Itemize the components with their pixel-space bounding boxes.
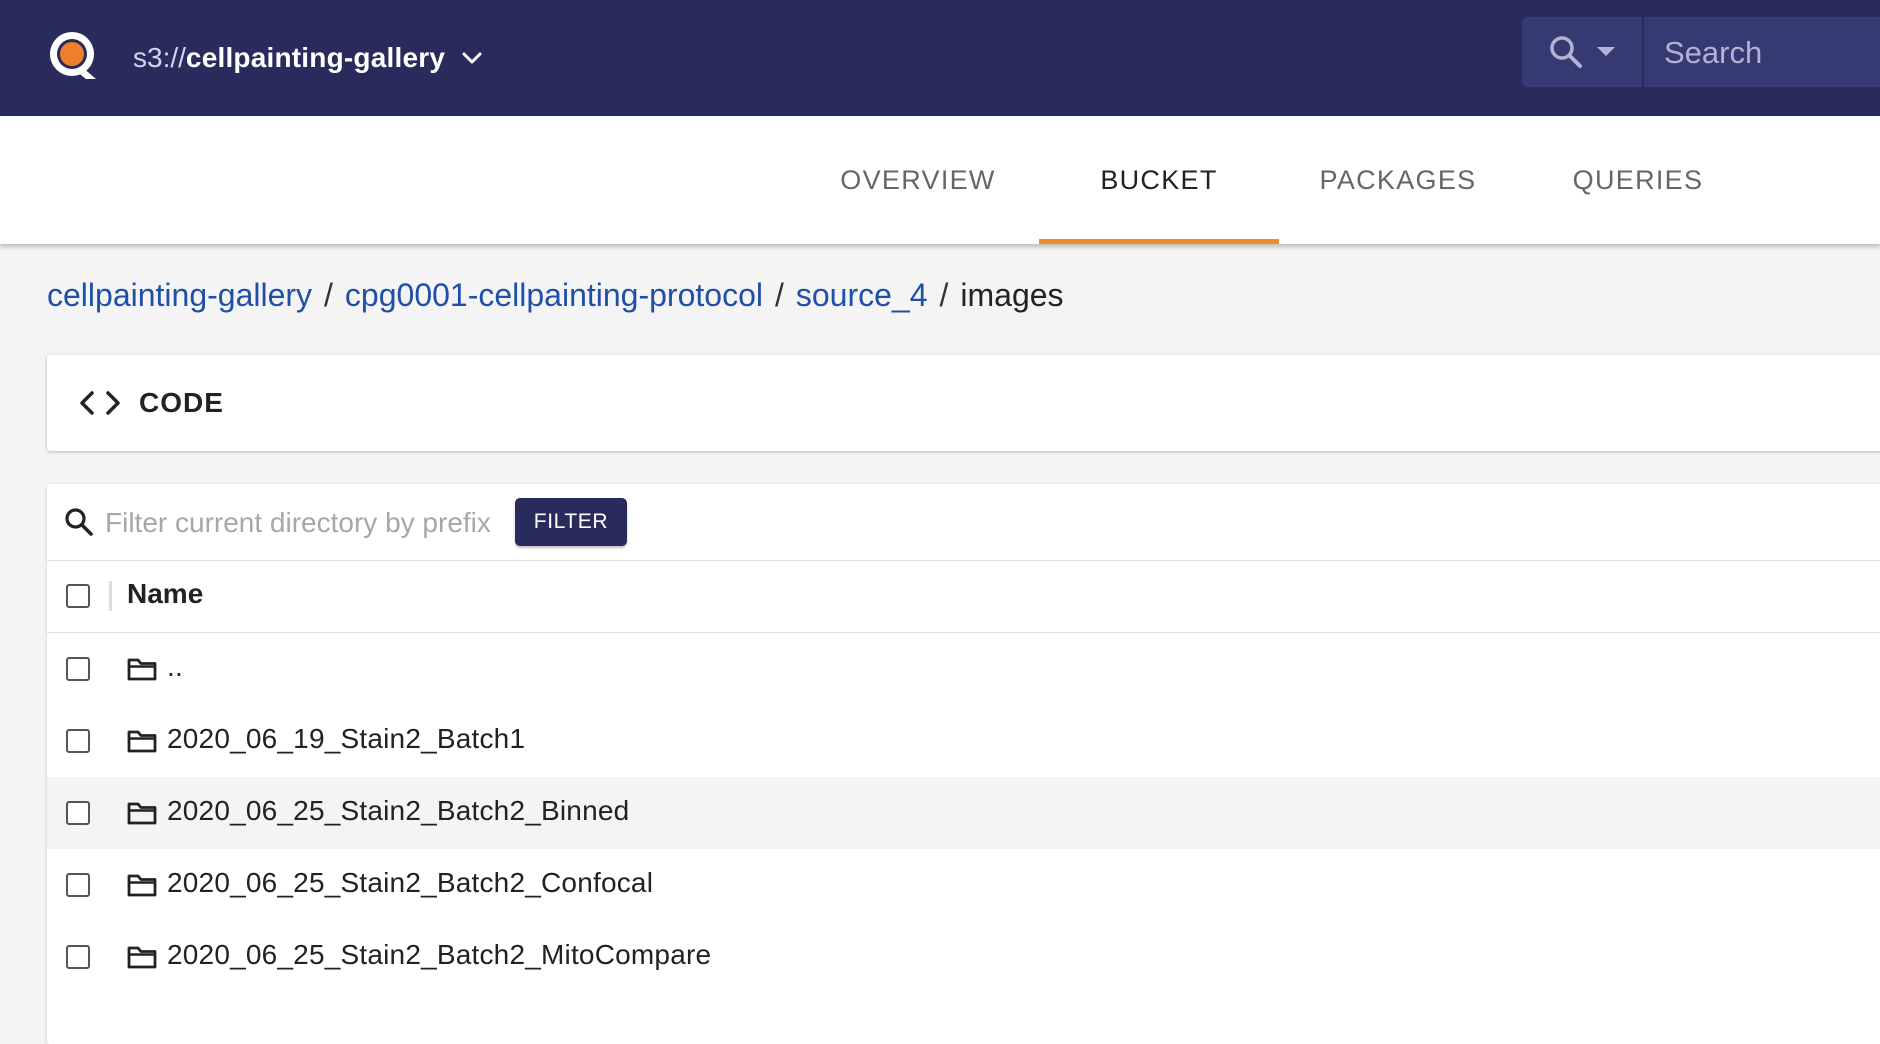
table-row[interactable]: 2020_06_25_Stain2_Batch2_Confocal xyxy=(47,849,1880,921)
tab-overview[interactable]: OVERVIEW xyxy=(798,116,1038,244)
filter-input[interactable] xyxy=(103,500,557,546)
table-header: Name xyxy=(47,561,1880,633)
folder-icon xyxy=(127,730,157,753)
search-icon xyxy=(1550,36,1582,68)
breadcrumb-separator: / xyxy=(324,277,333,313)
breadcrumb-separator: / xyxy=(939,277,949,313)
breadcrumb-link-bucket[interactable]: cellpainting-gallery xyxy=(47,277,312,314)
code-panel: CODE xyxy=(47,355,1880,451)
table-row[interactable]: .. xyxy=(47,633,1880,705)
select-all-checkbox[interactable] xyxy=(66,584,90,608)
row-name[interactable]: 2020_06_25_Stain2_Batch2_Binned xyxy=(167,795,629,827)
column-header-name[interactable]: Name xyxy=(127,578,203,610)
folder-icon xyxy=(127,658,157,681)
table-row[interactable]: 2020_06_25_Stain2_Batch2_MitoCompare xyxy=(47,921,1880,993)
row-checkbox[interactable] xyxy=(66,945,90,969)
folder-icon xyxy=(127,802,157,825)
bucket-name: cellpainting-gallery xyxy=(185,42,446,73)
row-checkbox[interactable] xyxy=(66,657,90,681)
row-name[interactable]: 2020_06_25_Stain2_Batch2_Confocal xyxy=(167,867,653,899)
row-checkbox[interactable] xyxy=(66,873,90,897)
quilt-logo-icon[interactable] xyxy=(46,29,100,81)
code-label: CODE xyxy=(139,387,224,418)
row-name[interactable]: 2020_06_25_Stain2_Batch2_MitoCompare xyxy=(167,939,711,971)
chevron-down-icon xyxy=(462,52,482,64)
folder-icon xyxy=(127,874,157,897)
breadcrumb-link-dataset[interactable]: cpg0001-cellpainting-protocol xyxy=(345,277,763,314)
row-name[interactable]: .. xyxy=(167,651,183,683)
row-checkbox[interactable] xyxy=(66,801,90,825)
breadcrumb-current: images xyxy=(960,277,1064,313)
bucket-selector[interactable]: s3://cellpainting-gallery xyxy=(133,36,485,80)
breadcrumb-link-source[interactable]: source_4 xyxy=(796,277,928,314)
column-divider xyxy=(109,581,112,611)
tab-queries[interactable]: QUERIES xyxy=(1518,116,1758,244)
row-name[interactable]: 2020_06_19_Stain2_Batch1 xyxy=(167,723,525,755)
breadcrumb-separator: / xyxy=(774,277,784,313)
directory-listing: FILTER Name .. 2020_06_19_Stain2_Batch1 … xyxy=(47,484,1880,1044)
tab-bucket[interactable]: BUCKET xyxy=(1039,116,1279,244)
code-toggle-button[interactable]: CODE xyxy=(79,379,224,427)
tab-packages[interactable]: PACKAGES xyxy=(1278,116,1518,244)
code-icon xyxy=(80,391,120,415)
table-row[interactable]: 2020_06_25_Stain2_Batch2_Binned xyxy=(47,777,1880,849)
search-input[interactable] xyxy=(1662,17,1880,89)
folder-icon xyxy=(127,946,157,969)
caret-down-icon xyxy=(1597,47,1615,56)
search-icon xyxy=(65,508,93,536)
search-box xyxy=(1522,17,1880,89)
filter-button[interactable]: FILTER xyxy=(515,498,627,546)
section-tabs: OVERVIEW BUCKET PACKAGES QUERIES xyxy=(0,116,1880,244)
table-row[interactable]: 2020_06_19_Stain2_Batch1 xyxy=(47,705,1880,777)
breadcrumb: cellpainting-gallery / cpg0001-cellpaint… xyxy=(47,277,1064,314)
filter-bar: FILTER xyxy=(47,484,1880,561)
search-scope-button[interactable] xyxy=(1522,17,1644,87)
bucket-prefix: s3:// xyxy=(133,42,186,73)
top-navbar: s3://cellpainting-gallery xyxy=(0,0,1880,116)
row-checkbox[interactable] xyxy=(66,729,90,753)
